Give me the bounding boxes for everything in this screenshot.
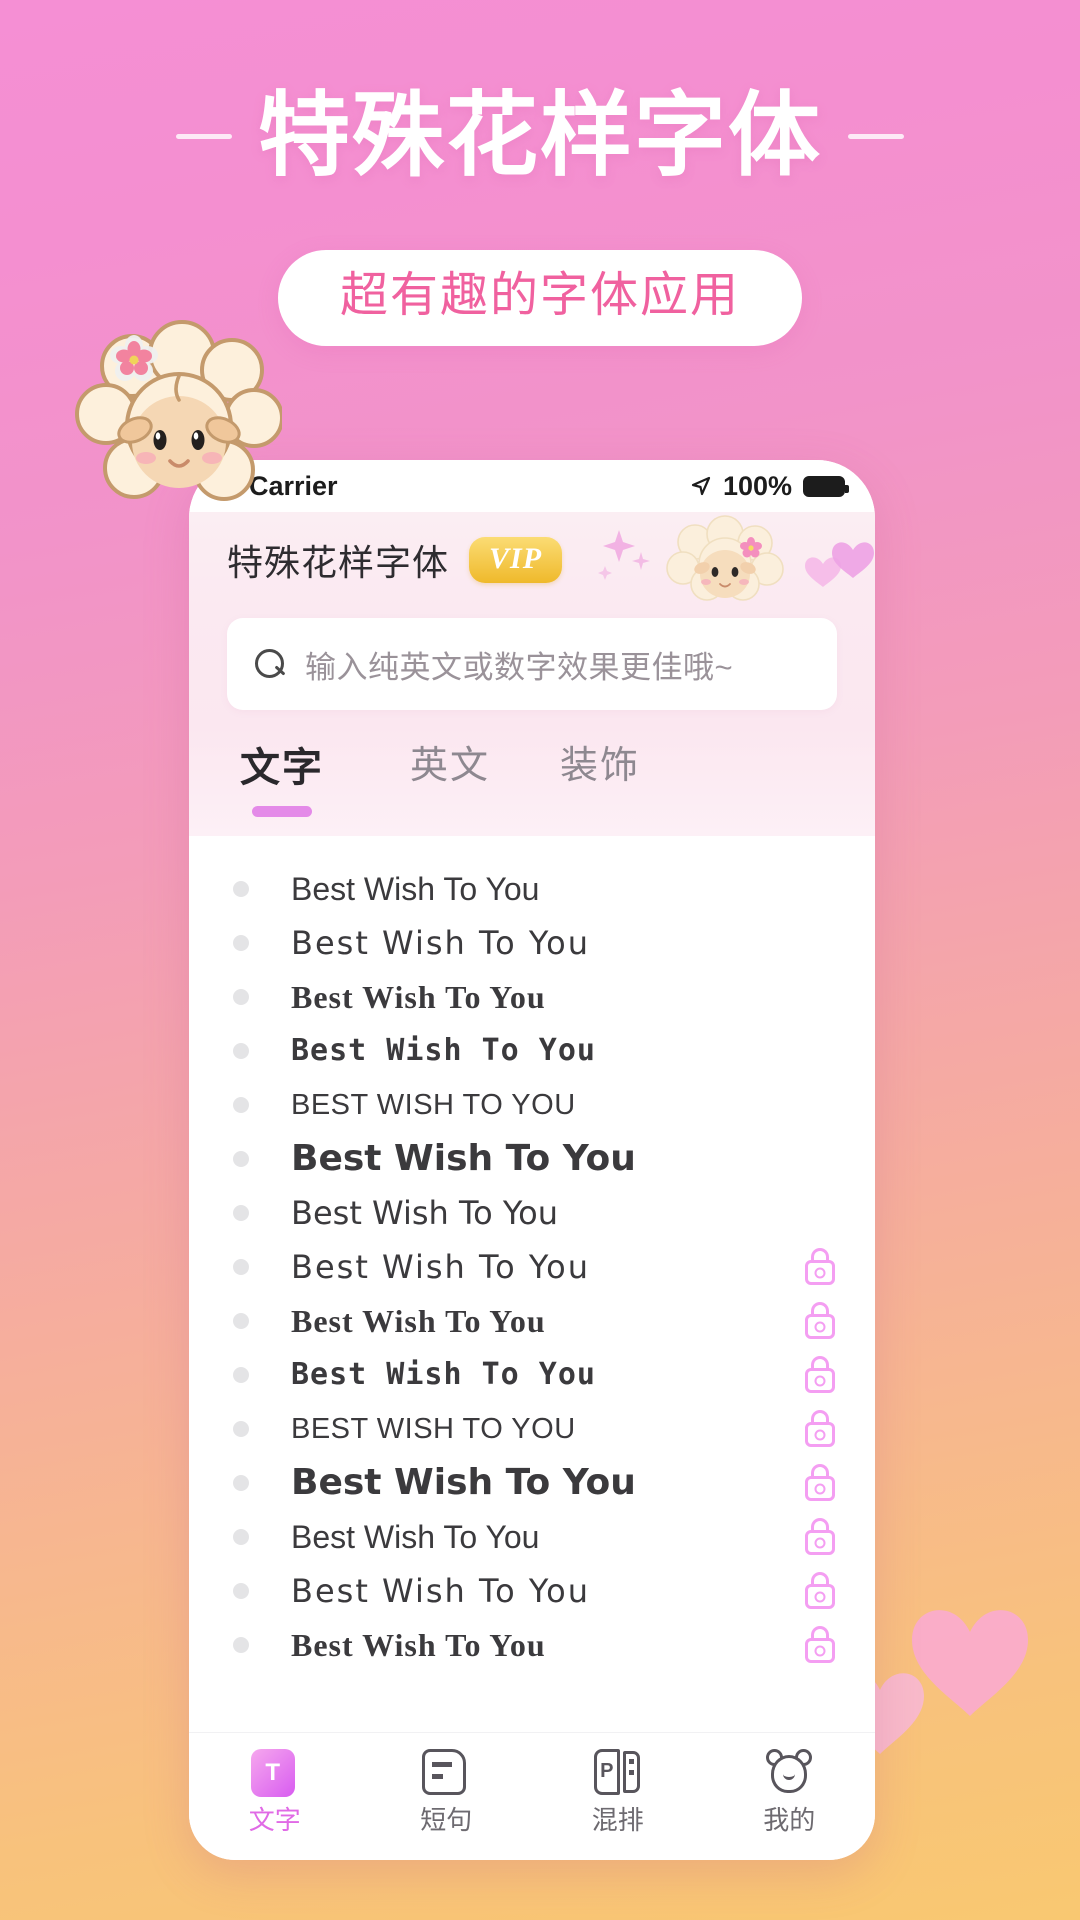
tab-label: 文字 [240,746,324,790]
font-style-row[interactable]: Best Wish To You [189,970,875,1024]
font-style-row[interactable]: BEST WISH TO YOU [189,1402,875,1456]
row-bullet-icon [233,1421,249,1437]
sparkle-icon [598,530,650,580]
lock-icon[interactable] [803,1464,837,1502]
heart-icon [805,542,874,587]
profile-bear-icon [765,1748,813,1797]
lock-icon[interactable] [803,1302,837,1340]
font-style-row[interactable]: Best Wish To You [189,862,875,916]
row-bullet-icon [233,1097,249,1113]
font-sample-text: Best Wish To You [291,924,590,962]
row-bullet-icon [233,1529,249,1545]
search-placeholder: 输入纯英文或数字效果更佳哦~ [305,649,734,685]
search-section: 输入纯英文或数字效果更佳哦~ [189,608,875,728]
sheep-icon [666,515,784,601]
font-sample-text: Best Wish To You [291,1303,546,1339]
nav-item-hunpai[interactable]: P 混排 [532,1748,704,1835]
battery-percent: 100% [722,470,792,501]
title-dash-right [848,134,904,140]
tab-zhuangshi[interactable]: 装饰 [525,742,675,791]
tab-label: 英文 [409,745,490,787]
nav-label: 我的 [763,1804,816,1835]
promo-subtitle-pill: 超有趣的字体应用 [277,250,803,346]
font-style-row[interactable]: Best Wish To You [189,1456,875,1510]
sheep-mascot-icon [75,320,282,501]
category-tabs: 文字 英文 装饰 [189,728,875,836]
lock-icon[interactable] [803,1572,837,1610]
row-bullet-icon [233,1637,249,1653]
title-dash-left [175,134,232,140]
font-sample-text: Best Wish To You [291,1194,558,1232]
row-bullet-icon [233,1259,249,1275]
font-sample-text: Best Wish To You [291,979,546,1015]
row-bullet-icon [233,1151,249,1167]
tab-yingwen[interactable]: 英文 [375,742,525,791]
mixed-layout-icon: P [593,1748,642,1797]
row-bullet-icon [233,935,249,951]
font-style-list[interactable]: Best Wish To You Best Wish To You Best Wis… [189,836,875,1732]
phrase-card-icon [422,1748,470,1797]
row-bullet-icon [233,1205,249,1221]
text-tool-icon: T [250,1748,299,1797]
font-sample-text: BEST WISH TO YOU [291,1088,576,1121]
lock-icon[interactable] [803,1518,837,1556]
font-sample-text: Best Wish To You [291,1462,636,1503]
font-style-row[interactable]: BEST WISH TO YOU [189,1078,875,1132]
promo-title-row: 特殊花样字体 [0,85,1080,187]
nav-item-wenzi[interactable]: T 文字 [189,1748,361,1835]
row-bullet-icon [233,989,249,1005]
row-bullet-icon [233,1313,249,1329]
tab-wenzi[interactable]: 文字 [189,742,375,817]
font-sample-text: Best Wish To You [291,1519,540,1555]
font-style-row[interactable]: Best Wish To You [189,1510,875,1564]
lock-icon[interactable] [803,1356,837,1394]
font-style-row[interactable]: Best Wish To You [189,1024,875,1078]
app-title: 特殊花样字体 [227,542,450,583]
location-arrow-icon [691,476,711,496]
font-sample-text: BEST WISH TO YOU [291,1412,576,1445]
status-bar: Carrier 100% [189,460,875,512]
header-decoration [598,515,874,601]
nav-label: 短句 [420,1804,473,1835]
font-sample-text: Best Wish To You [291,1033,596,1068]
lock-icon[interactable] [803,1248,837,1286]
tab-label: 装饰 [559,745,640,787]
bottom-navigation: T 文字 短句 P 混排 我的 [189,1732,875,1860]
font-sample-text: Best Wish To You [291,1627,546,1663]
phone-mockup: Carrier 100% 特殊花样字体 VIP 输入纯英文或数字效果更佳哦~ 文… [189,460,875,1860]
font-style-row[interactable]: Best Wish To You [189,1618,875,1672]
row-bullet-icon [233,1367,249,1383]
font-sample-text: Best Wish To You [291,871,540,907]
font-style-row[interactable]: Best Wish To You [189,1186,875,1240]
nav-label: 文字 [248,1804,301,1835]
font-style-row[interactable]: Best Wish To You [189,1240,875,1294]
row-bullet-icon [233,1583,249,1599]
row-bullet-icon [233,881,249,897]
font-style-row[interactable]: Best Wish To You [189,1348,875,1402]
font-style-row[interactable]: Best Wish To You [189,1294,875,1348]
app-header: 特殊花样字体 VIP [189,512,875,608]
font-style-row[interactable]: Best Wish To You [189,1564,875,1618]
lock-icon[interactable] [803,1626,837,1664]
font-sample-text: Best Wish To You [291,1357,596,1392]
font-sample-text: Best Wish To You [291,1572,590,1610]
lock-icon[interactable] [803,1410,837,1448]
tab-active-indicator [252,806,312,817]
nav-item-wode[interactable]: 我的 [704,1748,876,1835]
search-input[interactable]: 输入纯英文或数字效果更佳哦~ [227,618,837,710]
promo-subtitle: 超有趣的字体应用 [339,269,741,322]
nav-item-duanju[interactable]: 短句 [361,1748,533,1835]
nav-label: 混排 [591,1804,644,1835]
row-bullet-icon [233,1043,249,1059]
page-title: 特殊花样字体 [257,85,822,187]
font-sample-text: Best Wish To You [291,1248,590,1286]
vip-badge[interactable]: VIP [469,537,563,583]
row-bullet-icon [233,1475,249,1491]
font-sample-text: Best Wish To You [291,1138,636,1179]
status-bar-right: 100% [690,470,849,502]
font-style-row[interactable]: Best Wish To You [189,1132,875,1186]
font-style-row[interactable]: Best Wish To You [189,916,875,970]
battery-full-icon [803,475,849,497]
search-icon [255,649,285,679]
